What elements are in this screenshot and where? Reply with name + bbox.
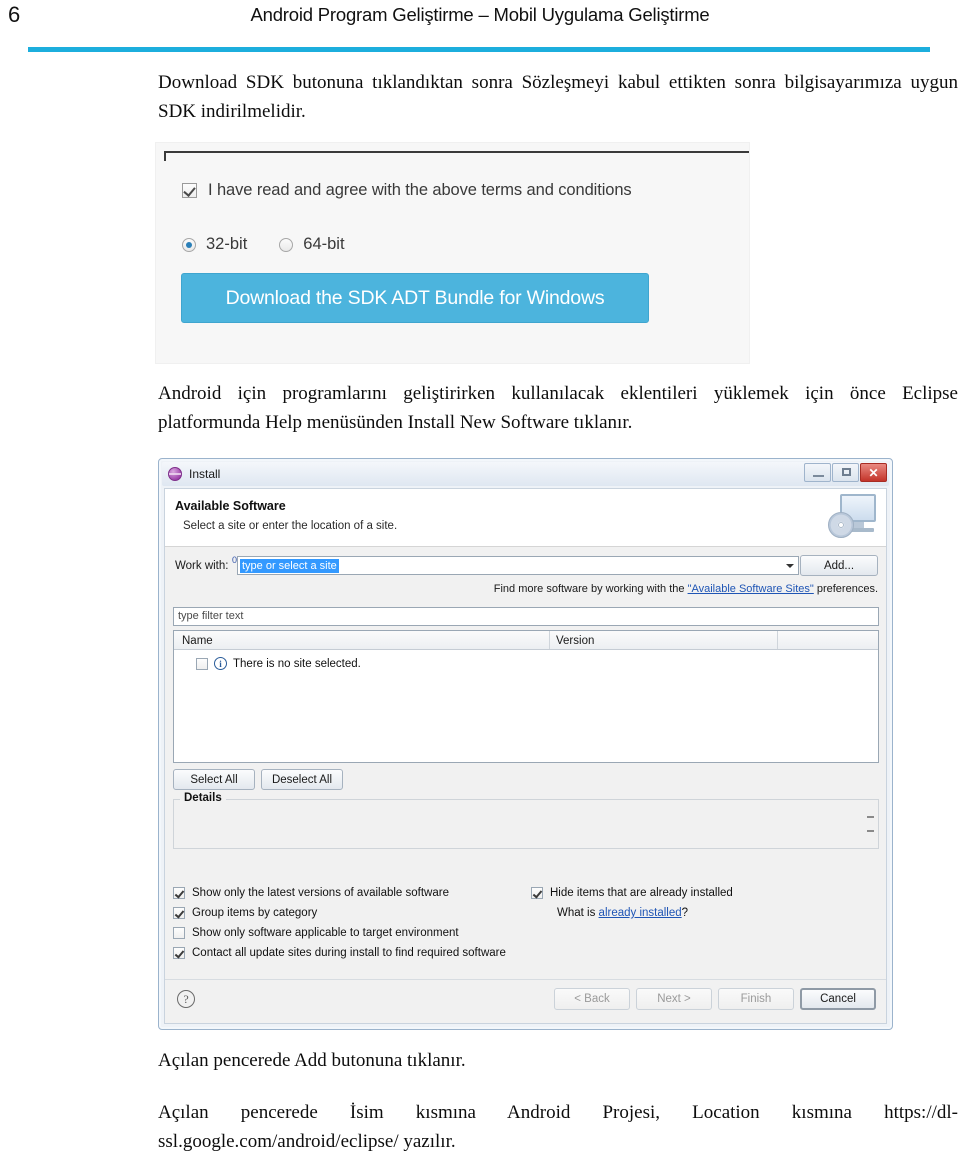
option-target-environment[interactable]: Show only software applicable to target … [173,927,533,939]
maximize-icon[interactable] [832,463,859,482]
banner-subtitle: Select a site or enter the location of a… [183,520,398,532]
filter-text-input[interactable]: type filter text [173,607,879,626]
table-row[interactable]: i There is no site selected. [196,657,361,670]
select-all-button[interactable]: Select All [173,769,255,790]
footer-buttons: < Back Next > Finish Cancel [554,988,876,1010]
options-column-left: Show only the latest versions of availab… [173,887,533,967]
option-group-by-category[interactable]: Group items by category [173,907,533,919]
option-label: Show only the latest versions of availab… [192,887,449,899]
dialog-title: Install [189,467,221,481]
work-with-input-value[interactable]: type or select a site [240,559,339,573]
option-checkbox[interactable] [173,887,185,899]
monitor-disc-icon [828,494,878,542]
radio-64bit[interactable] [279,237,294,252]
option-hide-installed[interactable]: Hide items that are already installed [531,887,871,899]
next-button[interactable]: Next > [636,988,712,1010]
option-label: Contact all update sites during install … [192,947,506,959]
dialog-banner: Available Software Select a site or ente… [165,489,886,547]
minimize-icon[interactable] [804,463,831,482]
option-label: Group items by category [192,907,318,919]
add-button[interactable]: Add... [800,555,878,576]
find-more-prefix: Find more software by working with the [493,583,688,595]
download-sdk-button[interactable]: Download the SDK ADT Bundle for Windows [181,273,649,323]
finish-button[interactable]: Finish [718,988,794,1010]
what-is-prefix: What is [557,907,599,919]
details-panel: Details [173,792,879,849]
dialog-body: Available Software Select a site or ente… [164,488,887,1024]
info-icon: i [214,657,227,670]
figure-left-tick [164,151,166,161]
chevron-down-icon[interactable] [786,564,794,568]
column-header-name: Name [182,635,213,647]
options-column-right: Hide items that are already installed Wh… [531,887,871,919]
figure-top-rule [164,151,749,153]
spinner-up[interactable] [867,816,874,818]
column-separator [549,631,550,649]
paragraph-add-button: Açılan pencerede Add butonuna tıklanır. [158,1050,466,1071]
header-divider [28,47,930,52]
radio-64bit-label: 64-bit [303,235,345,253]
table-header-row: Name Version [174,631,878,650]
already-installed-link[interactable]: already installed [599,907,682,919]
figure-sdk-download: I have read and agree with the above ter… [155,142,750,364]
radio-32bit-label: 32-bit [206,235,248,253]
option-checkbox[interactable] [173,907,185,919]
cd-disc-icon [828,512,854,538]
work-with-combo[interactable]: type or select a site [237,556,799,575]
dialog-titlebar: Install ✕ [162,462,889,486]
page-title: Android Program Geliştirme – Mobil Uygul… [250,4,710,25]
option-contact-update-sites[interactable]: Contact all update sites during install … [173,947,533,959]
terms-checkbox[interactable] [182,183,197,198]
spinner-down[interactable] [867,830,874,832]
radio-32bit[interactable] [182,237,196,252]
install-sphere-icon [168,467,182,481]
figure-install-dialog: Install ✕ Available Software Select a si… [158,458,893,1030]
option-show-latest-versions[interactable]: Show only the latest versions of availab… [173,887,533,899]
work-with-label: Work with: [175,560,229,572]
paragraph-url-note: Açılan pencerede İsim kısmına Android Pr… [158,1102,958,1152]
dialog-footer: ? < Back Next > Finish Cancel [165,979,886,1023]
what-is-suffix: ? [681,907,689,919]
selection-buttons: Select All Deselect All [173,769,343,790]
terms-checkbox-label: I have read and agree with the above ter… [208,181,632,199]
option-checkbox[interactable] [173,947,185,959]
window-controls: ✕ [804,463,887,482]
option-label: Show only software applicable to target … [192,927,459,939]
available-software-sites-link[interactable]: "Available Software Sites" [688,583,814,595]
paragraph-eclipse: Android için programlarını geliştirirken… [158,383,958,433]
column-separator [777,631,778,649]
deselect-all-button[interactable]: Deselect All [261,769,343,790]
architecture-radio-group[interactable]: 32-bit 64-bit [182,235,345,254]
terms-checkbox-row[interactable]: I have read and agree with the above ter… [182,181,632,200]
option-label: Hide items that are already installed [550,887,733,899]
option-checkbox[interactable] [531,887,543,899]
software-tree-table[interactable]: Name Version i There is no site selected… [173,630,879,763]
details-legend: Details [180,792,226,804]
paragraph-intro: Download SDK butonuna tıklandıktan sonra… [158,72,958,122]
row-checkbox[interactable] [196,657,208,670]
cancel-button[interactable]: Cancel [800,988,876,1010]
work-with-row: Work with: 0 type or select a site Add..… [165,555,886,579]
details-spinner-icon[interactable] [867,816,874,832]
back-button[interactable]: < Back [554,988,630,1010]
find-more-software-text: Find more software by working with the "… [494,583,878,595]
option-checkbox[interactable] [173,927,185,939]
banner-title: Available Software [175,499,286,513]
column-header-version: Version [556,635,595,647]
page-header: 6 Android Program Geliştirme – Mobil Uyg… [0,0,960,40]
what-is-already-installed-text: What is already installed? [557,907,871,919]
help-icon[interactable]: ? [177,990,195,1008]
find-more-suffix: preferences. [813,583,878,595]
close-icon[interactable]: ✕ [860,463,887,482]
row-name: There is no site selected. [233,657,361,670]
